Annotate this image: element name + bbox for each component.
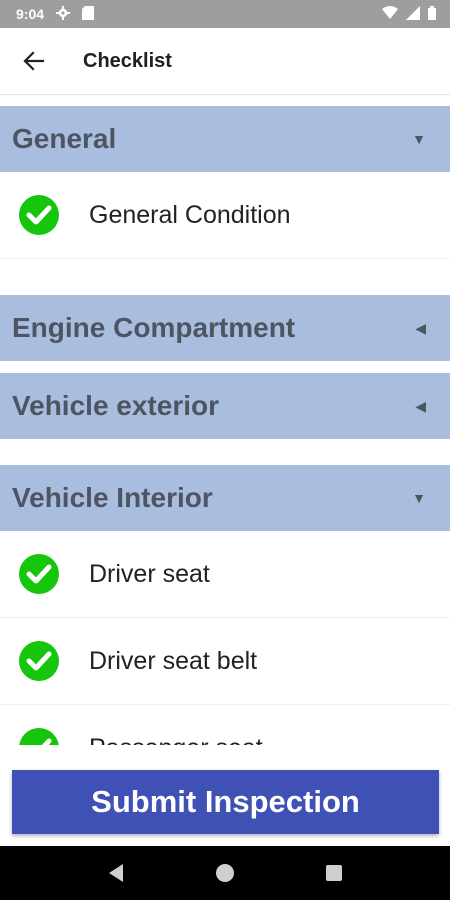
section-header-engine-compartment[interactable]: Engine Compartment ◀ [0, 295, 450, 361]
signal-icon [406, 5, 420, 23]
section-general: General ▼ General Condition [0, 106, 450, 283]
status-time: 9:04 [16, 6, 45, 22]
submit-area: Submit Inspection [0, 745, 450, 846]
section-engine-compartment: Engine Compartment ◀ [0, 295, 450, 361]
section-title: Vehicle exterior [12, 390, 220, 421]
section-title: Vehicle Interior [12, 482, 213, 513]
battery-icon [428, 5, 436, 23]
arrow-left-icon [23, 51, 45, 71]
back-triangle-icon[interactable] [101, 858, 131, 888]
caret-left-icon: ◀ [415, 319, 426, 336]
section-header-general[interactable]: General ▼ [0, 106, 450, 172]
section-items: Driver seat Driver seat belt Passenger s… [0, 531, 450, 745]
checklist-item-label: Passenger seat [89, 734, 263, 746]
screen: 9:04 Checklist General ▼ General Conditi… [0, 0, 450, 900]
submit-inspection-button[interactable]: Submit Inspection [12, 770, 439, 834]
checklist-item[interactable]: Passenger seat [0, 705, 450, 745]
sd-card-icon [82, 5, 95, 23]
check-circle-icon [19, 195, 59, 235]
home-circle-icon[interactable] [210, 858, 240, 888]
section-items: General Condition [0, 172, 450, 283]
section-title: Engine Compartment [12, 312, 296, 343]
settings-icon [56, 5, 71, 23]
section-vehicle-exterior: Vehicle exterior ◀ [0, 373, 450, 439]
app-bar: Checklist [0, 28, 450, 95]
checklist-item-label: Driver seat [89, 559, 210, 588]
caret-down-icon: ▼ [412, 131, 426, 147]
check-circle-icon [19, 554, 59, 594]
check-circle-icon [19, 641, 59, 681]
checklist-content[interactable]: General ▼ General Condition Engine Compa… [0, 95, 450, 745]
wifi-icon [382, 6, 398, 22]
page-title: Checklist [83, 49, 172, 72]
back-button[interactable] [14, 41, 54, 81]
section-title: General [12, 123, 117, 154]
status-right [382, 5, 436, 23]
checklist-item-label: General Condition [89, 200, 291, 229]
section-header-vehicle-exterior[interactable]: Vehicle exterior ◀ [0, 373, 450, 439]
section-header-vehicle-interior[interactable]: Vehicle Interior ▼ [0, 465, 450, 531]
checklist-item[interactable]: Driver seat belt [0, 618, 450, 705]
checklist-item-label: Driver seat belt [89, 646, 258, 675]
navigation-bar [0, 846, 450, 900]
status-bar: 9:04 [0, 0, 450, 28]
status-left: 9:04 [16, 5, 95, 23]
caret-left-icon: ◀ [415, 397, 426, 414]
caret-down-icon: ▼ [412, 490, 426, 506]
recents-square-icon[interactable] [319, 858, 349, 888]
section-vehicle-interior: Vehicle Interior ▼ Driver seat Driver se… [0, 465, 450, 745]
check-circle-icon [19, 728, 59, 745]
checklist-item[interactable]: Driver seat [0, 531, 450, 618]
checklist-item[interactable]: General Condition [0, 172, 450, 259]
